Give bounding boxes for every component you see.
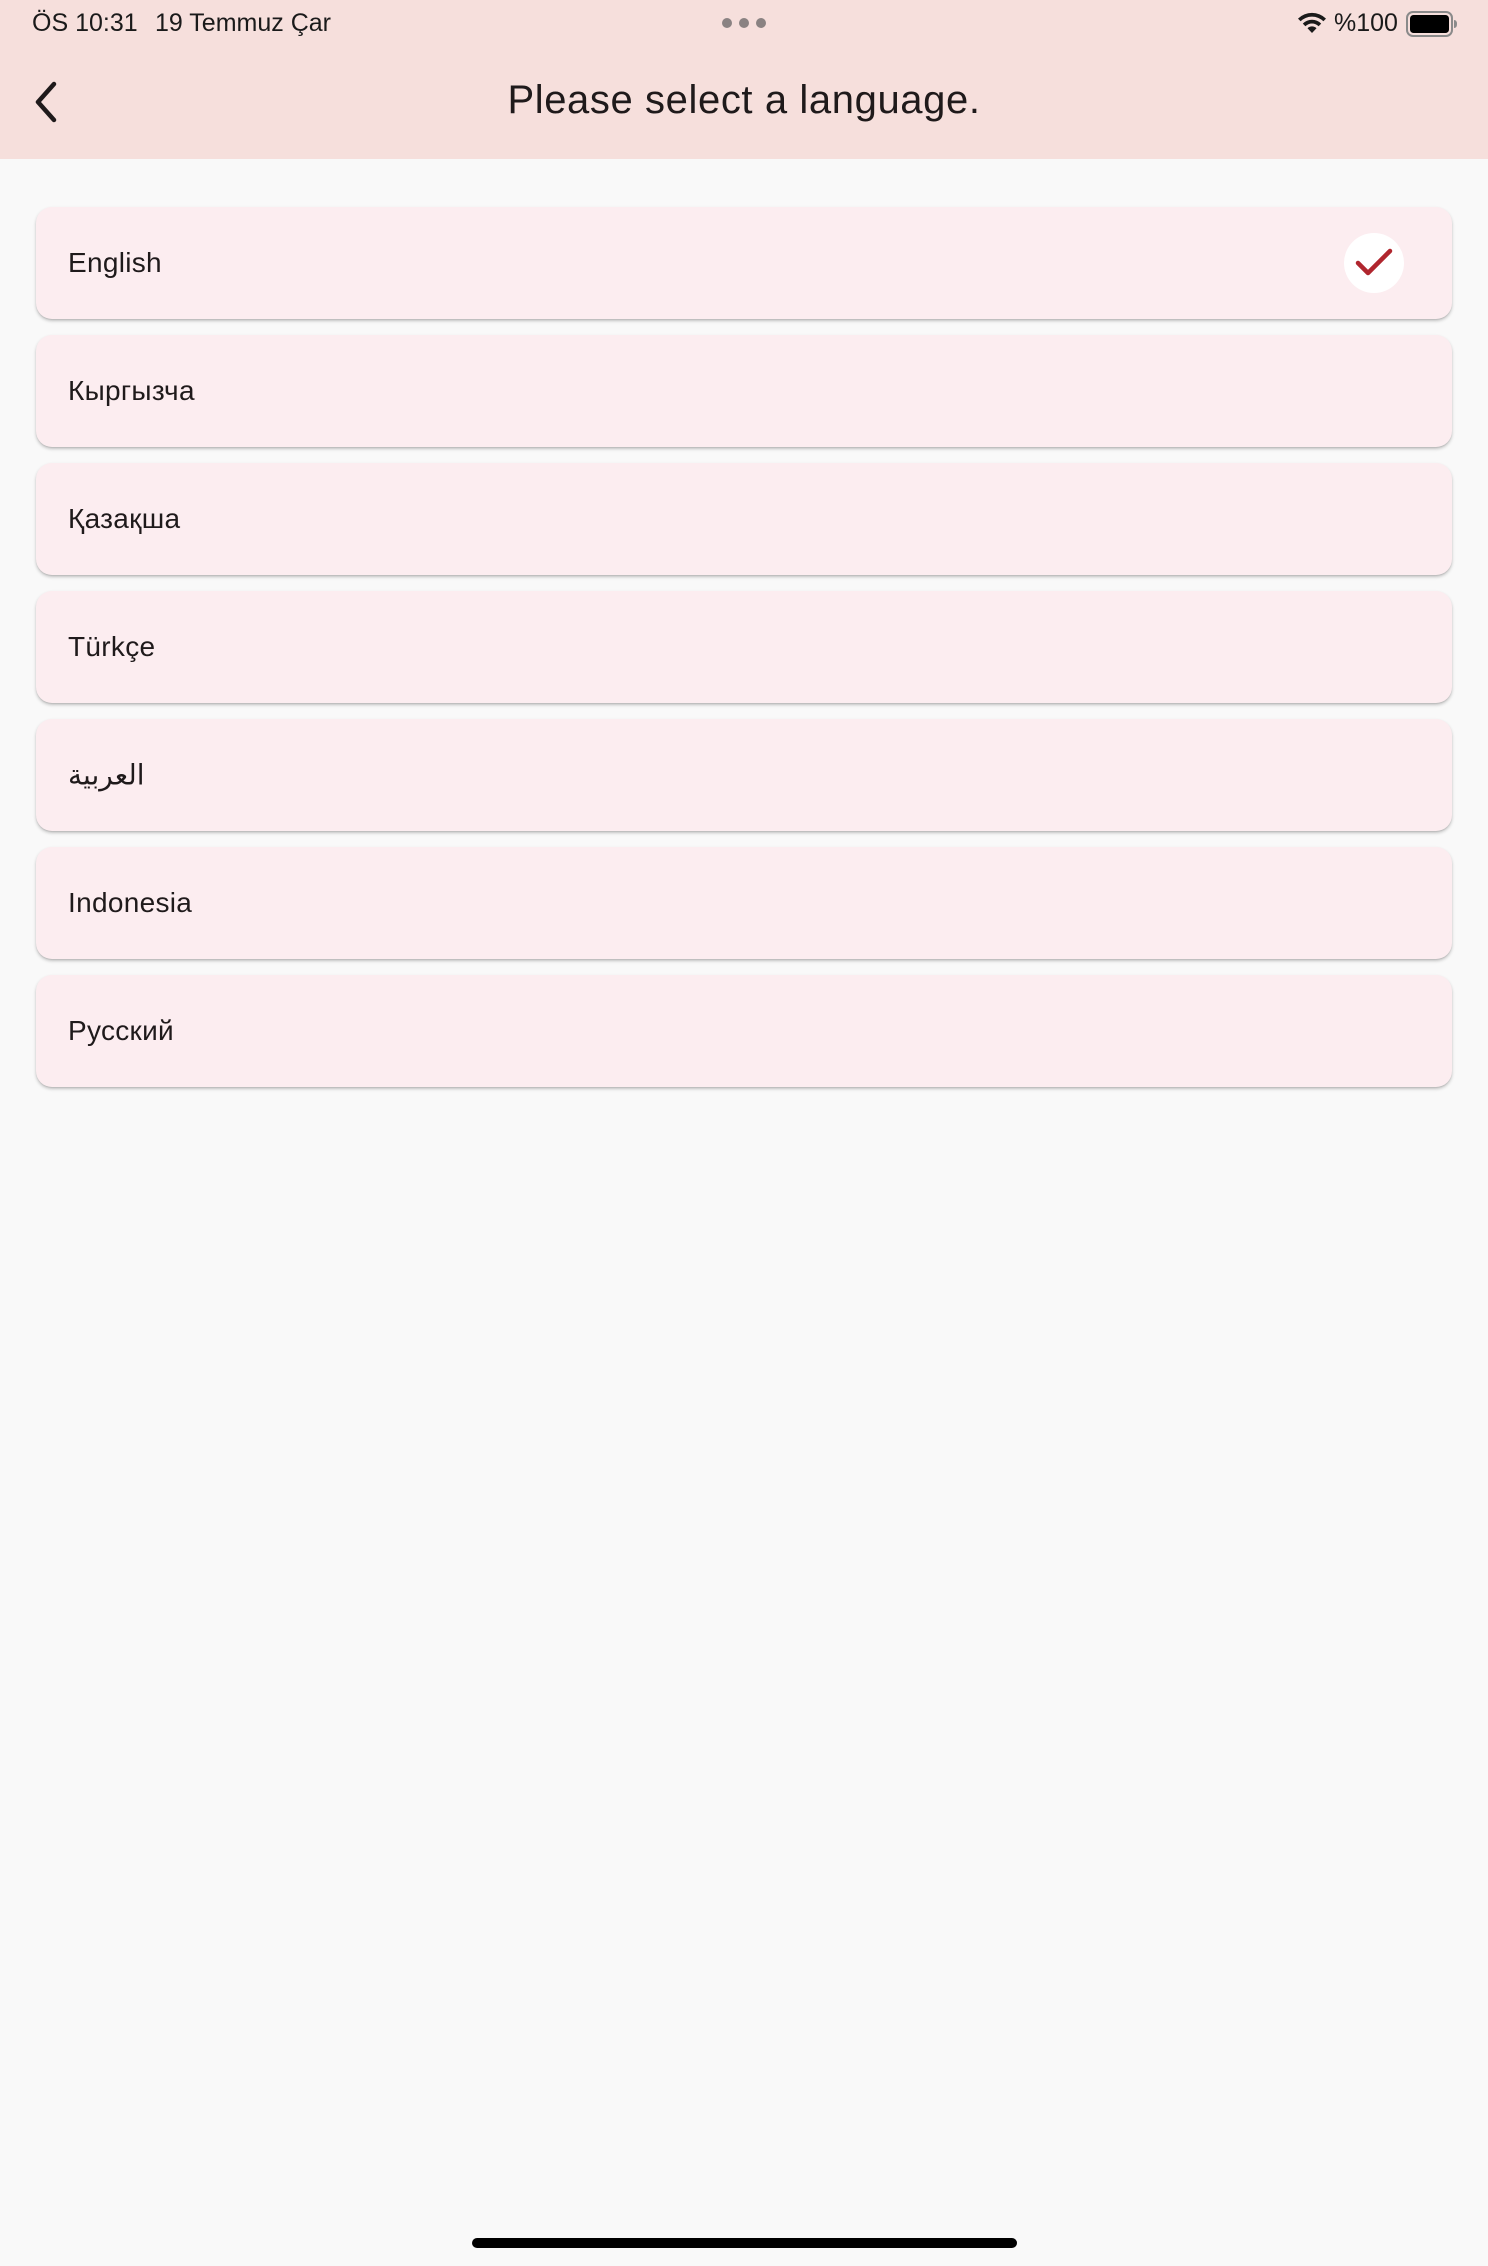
language-label: Қазақша bbox=[68, 503, 181, 534]
status-date: 19 Temmuz Çar bbox=[155, 9, 331, 37]
language-label: Кыргызча bbox=[68, 375, 195, 406]
app-bar: Please select a language. bbox=[0, 48, 1488, 159]
page-title: Please select a language. bbox=[507, 78, 981, 122]
wifi-icon bbox=[1298, 12, 1326, 33]
chevron-left-icon bbox=[35, 81, 57, 123]
top-area: ÖS 10:31 19 Temmuz Çar %100 Please selec… bbox=[0, 0, 1488, 159]
home-indicator[interactable] bbox=[472, 2238, 1017, 2248]
language-label: Türkçe bbox=[68, 631, 156, 662]
language-option-kyrgyz[interactable]: Кыргызча bbox=[36, 335, 1452, 447]
language-option-russian[interactable]: Русский bbox=[36, 975, 1452, 1087]
language-label: English bbox=[68, 247, 162, 278]
language-option-arabic[interactable]: العربية bbox=[36, 719, 1452, 831]
multitasking-dots-icon[interactable] bbox=[722, 18, 766, 28]
language-label: العربية bbox=[68, 759, 145, 791]
back-button[interactable] bbox=[16, 72, 76, 132]
language-label: Indonesia bbox=[68, 887, 193, 918]
battery-icon bbox=[1406, 11, 1457, 37]
check-icon bbox=[1355, 248, 1393, 276]
battery-percent: %100 bbox=[1334, 9, 1398, 37]
language-list: English Кыргызча Қазақша Türkçe العربية … bbox=[36, 207, 1452, 1103]
status-bar: ÖS 10:31 19 Temmuz Çar %100 bbox=[0, 0, 1488, 48]
language-option-kazakh[interactable]: Қазақша bbox=[36, 463, 1452, 575]
language-option-indonesian[interactable]: Indonesia bbox=[36, 847, 1452, 959]
language-option-english[interactable]: English bbox=[36, 207, 1452, 319]
language-label: Русский bbox=[68, 1015, 174, 1046]
status-time: ÖS 10:31 bbox=[32, 9, 138, 37]
language-option-turkish[interactable]: Türkçe bbox=[36, 591, 1452, 703]
selected-check-badge bbox=[1344, 233, 1404, 293]
